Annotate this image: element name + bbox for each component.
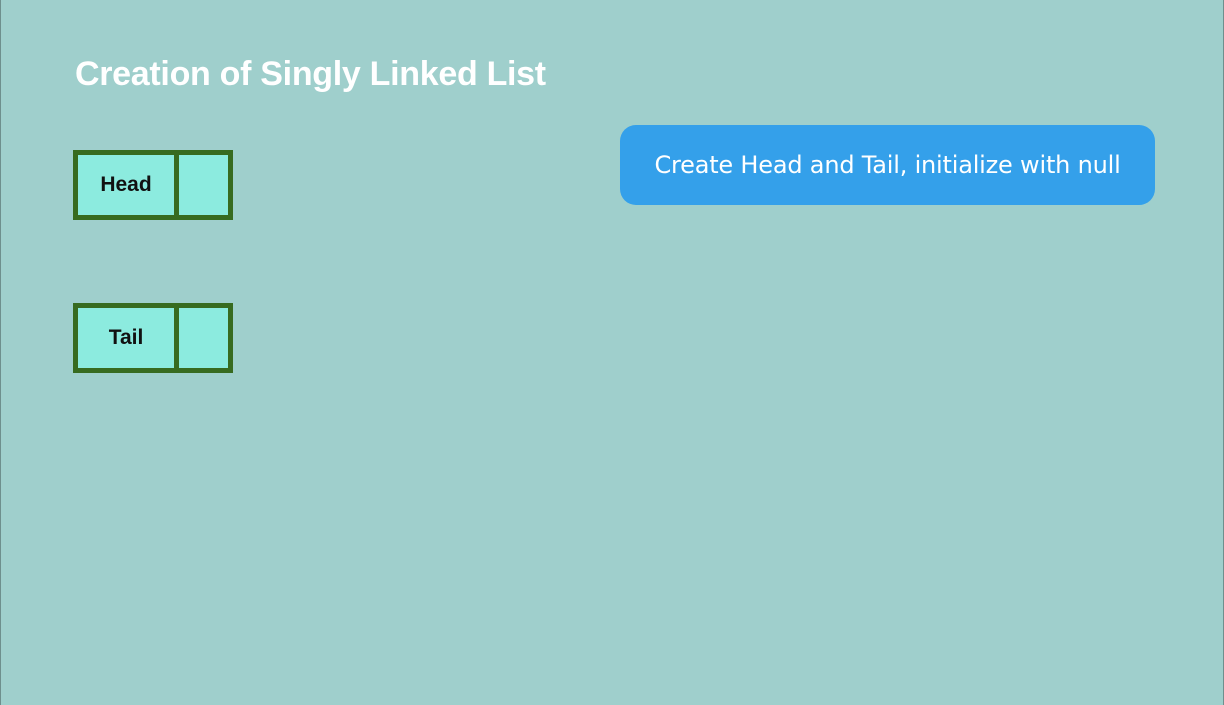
tail-label: Tail [108,326,144,349]
slide-canvas: Creation of Singly Linked List Head Tail… [0,0,1224,705]
head-label-cell: Head [78,155,179,215]
tail-node: Tail [73,303,233,373]
head-pointer-cell [179,155,228,215]
instruction-callout-text: Create Head and Tail, initialize with nu… [654,151,1121,179]
tail-pointer-cell [179,308,228,368]
slide-title: Creation of Singly Linked List [75,55,546,93]
tail-label-cell: Tail [78,308,179,368]
instruction-callout: Create Head and Tail, initialize with nu… [620,125,1155,205]
head-label: Head [100,173,152,196]
head-node: Head [73,150,233,220]
